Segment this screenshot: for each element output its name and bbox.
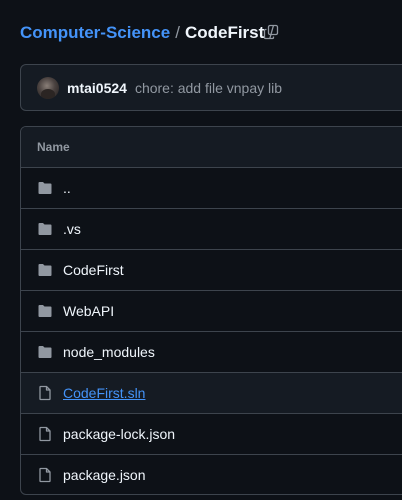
file-icon [37,385,53,401]
file-browser-page: Computer-Science / CodeFirst / mtai0524 … [0,0,402,500]
table-row[interactable]: CodeFirst [21,250,402,291]
row-label[interactable]: node_modules [63,344,155,360]
file-icon [37,426,53,442]
file-table: Name .. .vs CodeFirst WebAPI node_module… [20,126,402,495]
breadcrumb-repo-link[interactable]: Computer-Science [20,23,170,43]
row-label[interactable]: .vs [63,221,81,237]
breadcrumb-separator: / [175,23,180,42]
folder-icon [37,303,53,319]
row-label[interactable]: package.json [63,467,146,483]
table-row[interactable]: package.json [21,455,402,494]
row-label[interactable]: CodeFirst.sln [63,385,145,401]
folder-icon [37,344,53,360]
row-label[interactable]: package-lock.json [63,426,175,442]
table-row[interactable]: CodeFirst.sln [21,373,402,414]
row-label[interactable]: CodeFirst [63,262,124,278]
folder-icon [37,221,53,237]
latest-commit-bar: mtai0524 chore: add file vnpay lib [20,64,402,111]
breadcrumb: Computer-Science / CodeFirst / [20,22,279,44]
copy-path-button[interactable] [261,22,281,42]
table-row[interactable]: .vs [21,209,402,250]
table-row[interactable]: node_modules [21,332,402,373]
folder-icon [37,180,53,196]
commit-message-link[interactable]: chore: add file vnpay lib [135,80,282,96]
table-row[interactable]: package-lock.json [21,414,402,455]
avatar[interactable] [37,76,59,99]
folder-icon [37,262,53,278]
column-header-name: Name [37,140,70,154]
breadcrumb-current-folder: CodeFirst [184,23,265,42]
table-row[interactable]: WebAPI [21,291,402,332]
row-label[interactable]: .. [63,180,71,196]
row-label[interactable]: WebAPI [63,303,114,319]
copy-icon [263,24,279,40]
table-header: Name [21,127,402,168]
table-row[interactable]: .. [21,168,402,209]
file-icon [37,467,53,483]
commit-author-link[interactable]: mtai0524 [67,80,127,96]
